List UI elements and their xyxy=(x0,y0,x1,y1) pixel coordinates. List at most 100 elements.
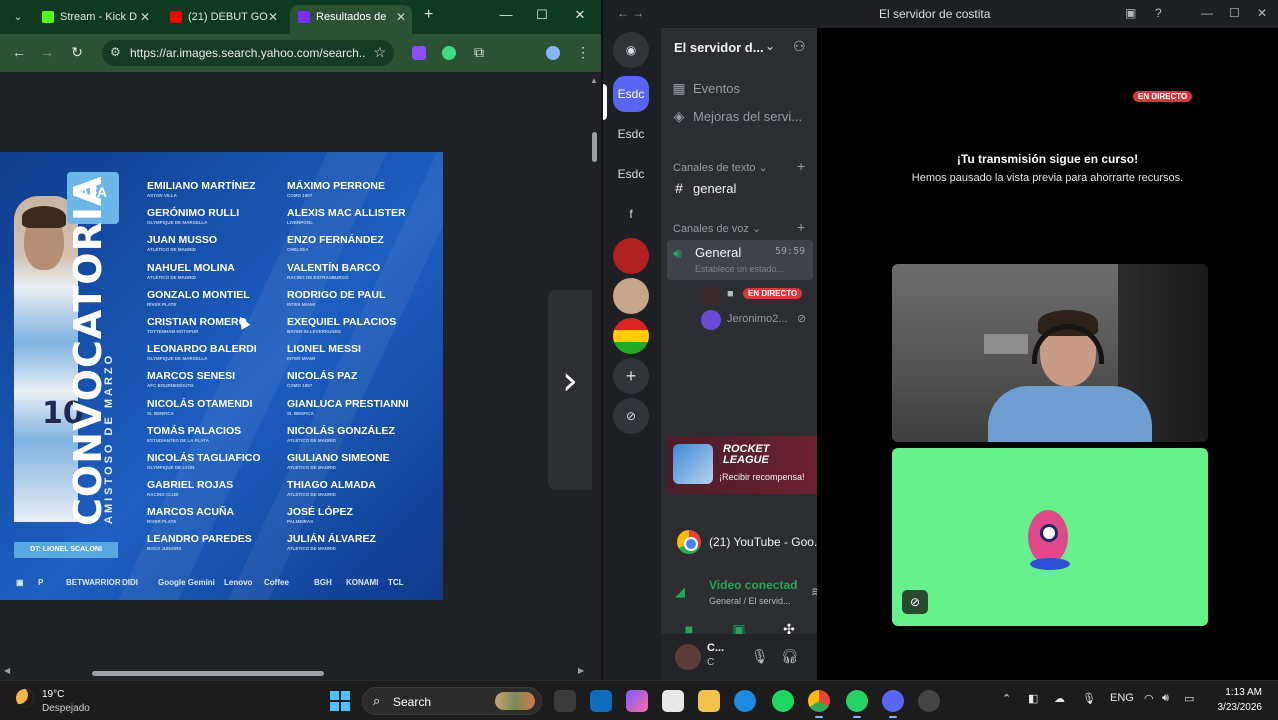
vertical-scrollbar[interactable] xyxy=(592,132,597,162)
scroll-left-icon[interactable]: ◀ xyxy=(4,666,10,675)
onedrive-icon[interactable]: ☁ xyxy=(1054,692,1065,705)
server-avatar[interactable] xyxy=(613,278,649,314)
microphone-icon[interactable]: 🎙︎ xyxy=(1082,692,1096,705)
voice-user-jeronimo[interactable]: Jeronimo2... ⊘ xyxy=(701,308,811,332)
taskbar-search[interactable]: ⌕ Search xyxy=(362,687,542,715)
create-channel-icon[interactable]: + xyxy=(797,219,805,235)
discord-home-icon[interactable]: ◉ xyxy=(613,32,649,68)
horizontal-scrollbar[interactable] xyxy=(92,671,324,676)
server-esdc-selected[interactable]: Esdc xyxy=(613,76,649,112)
star-icon[interactable]: ☆ xyxy=(373,44,386,61)
tab-yahoo[interactable]: Resultados de ✕ xyxy=(290,5,412,34)
help-icon[interactable]: ? xyxy=(1155,6,1162,20)
new-tab-button[interactable]: + xyxy=(424,6,433,24)
next-image-button[interactable]: › xyxy=(548,290,592,490)
headphones-icon[interactable]: 🎧︎ xyxy=(781,648,799,665)
player-entry: JOSÉ LÓPEZ PALMEIRAS xyxy=(287,506,409,533)
volume-icon[interactable]: 🔊︎ xyxy=(1162,692,1169,705)
chevron-up-icon[interactable]: ⌃ xyxy=(1002,692,1011,705)
chrome-icon[interactable] xyxy=(808,690,830,718)
system-clock[interactable]: 1:13 AM 3/23/2026 xyxy=(1210,685,1263,715)
server-f[interactable]: f xyxy=(613,196,649,232)
task-view-icon[interactable] xyxy=(554,690,576,712)
outlook-icon[interactable] xyxy=(590,690,612,712)
wifi-icon[interactable]: ◠ xyxy=(1144,692,1154,705)
scroll-right-icon[interactable]: ▶ xyxy=(578,666,584,675)
voice-status[interactable]: Establece un estado... xyxy=(695,264,805,274)
add-server-icon[interactable]: + xyxy=(613,358,649,394)
channel-boosts[interactable]: ◈ Mejoras del servi... xyxy=(669,108,811,134)
battery-icon[interactable]: ▭ xyxy=(1184,692,1194,705)
category-text-channels[interactable]: Canales de texto ⌄ xyxy=(673,161,768,174)
extension-icon[interactable] xyxy=(442,46,456,60)
nav-arrows-icon[interactable]: ← → xyxy=(617,6,644,20)
maximize-icon[interactable]: ☐ xyxy=(1229,6,1240,20)
puzzle-icon[interactable]: ⧉ xyxy=(470,44,488,61)
tab-search-icon[interactable]: ⌄ xyxy=(8,8,28,26)
inbox-icon[interactable]: ▣ xyxy=(1125,6,1136,20)
player-entry: LIONEL MESSI INTER MIAMI xyxy=(287,343,409,370)
player-entry: NICOLÁS TAGLIAFICO OLYMPIQUE DE LYON xyxy=(147,452,261,479)
discord-icon[interactable] xyxy=(882,690,904,718)
convocatoria-image[interactable]: 10 AFA CONVOCATORIA AMISTOSO DE MARZO DT… xyxy=(0,152,443,600)
close-window-icon[interactable]: ✕ xyxy=(570,7,590,23)
webcam-tile[interactable] xyxy=(892,264,1208,442)
reload-icon[interactable]: ↻ xyxy=(68,44,86,61)
close-icon[interactable]: ✕ xyxy=(396,5,406,29)
maximize-icon[interactable]: ☐ xyxy=(532,7,552,23)
tab-kick[interactable]: Stream - Kick D ✕ xyxy=(34,5,156,34)
kebab-menu-icon[interactable]: ⋮ xyxy=(574,44,592,61)
tray-app-icon[interactable]: ◧ xyxy=(1028,692,1038,705)
voice-user-streamer[interactable]: ■ EN DIRECTO xyxy=(701,284,811,308)
create-channel-icon[interactable]: + xyxy=(797,158,805,174)
server-avatar[interactable] xyxy=(613,238,649,274)
address-bar[interactable]: ⚙ https://ar.images.search.yahoo.com/sea… xyxy=(102,40,394,66)
category-voice-channels[interactable]: Canales de voz ⌄ xyxy=(673,222,761,235)
profile-avatar[interactable] xyxy=(546,46,560,60)
server-avatar[interactable] xyxy=(613,318,649,354)
forward-arrow-icon[interactable]: → xyxy=(38,44,56,60)
weather-widget[interactable]: 19°C Despejado xyxy=(14,687,124,715)
discover-icon[interactable]: ⊘ xyxy=(613,398,649,434)
minimize-icon[interactable]: — xyxy=(496,7,516,22)
extension-icon[interactable] xyxy=(412,46,426,60)
tab-youtube[interactable]: (21) DEBUT GO ✕ xyxy=(162,5,284,34)
window-title: El servidor de costita xyxy=(879,7,991,21)
avatar[interactable] xyxy=(675,644,701,670)
copilot-icon[interactable] xyxy=(626,690,648,712)
player-club: ATLÉTICO DE MADRID xyxy=(147,274,196,280)
close-window-icon[interactable]: ✕ xyxy=(1257,6,1267,20)
tab-label: (21) DEBUT GO xyxy=(188,11,268,23)
invite-icon[interactable]: ⚇ xyxy=(793,38,806,55)
server-esdc[interactable]: Esdc xyxy=(613,116,649,152)
player-name: LEONARDO BALERDI xyxy=(147,343,257,356)
server-header[interactable]: El servidor d... ⌄ ⚇ xyxy=(661,28,817,66)
windows-start-icon[interactable] xyxy=(330,691,350,711)
store-icon[interactable] xyxy=(662,690,684,712)
server-esdc[interactable]: Esdc xyxy=(613,156,649,192)
user-avatar-tile[interactable]: ⊘ xyxy=(892,448,1208,626)
promo-image xyxy=(673,444,713,484)
whatsapp-icon[interactable] xyxy=(846,690,868,718)
voice-channel-general[interactable]: 🔊︎ General 59:59 Establece un estado... xyxy=(667,240,813,280)
close-icon[interactable]: ✕ xyxy=(268,5,278,29)
player-entry: EMILIANO MARTÍNEZ ASTON VILLA xyxy=(147,180,261,207)
back-arrow-icon[interactable]: ← xyxy=(10,44,28,60)
app-icon[interactable] xyxy=(918,690,940,712)
player-club: BAYER 04 LEVERKUSEN xyxy=(287,328,341,334)
scroll-up-icon[interactable]: ▲ xyxy=(590,76,598,85)
minimize-icon[interactable]: — xyxy=(1201,6,1213,20)
language-indicator[interactable]: ENG xyxy=(1110,692,1134,704)
microphone-icon[interactable]: 🎙︎ xyxy=(751,648,769,665)
voice-connected-sub[interactable]: General / El servid... xyxy=(709,596,791,606)
edge-icon[interactable] xyxy=(734,690,756,712)
site-info-icon[interactable]: ⚙ xyxy=(110,45,121,59)
clock-date: 3/23/2026 xyxy=(1217,702,1263,713)
chrome-window: ⌄ Stream - Kick D ✕ (21) DEBUT GO ✕ Resu… xyxy=(0,0,601,680)
spotify-icon[interactable] xyxy=(772,690,794,712)
channel-events[interactable]: ▦ Eventos xyxy=(669,80,811,106)
server-list: ◉ Esdc Esdc Esdc f + ⊘ xyxy=(603,28,661,680)
file-explorer-icon[interactable] xyxy=(698,690,720,712)
close-icon[interactable]: ✕ xyxy=(140,5,150,29)
channel-general-text[interactable]: # general xyxy=(669,180,811,206)
